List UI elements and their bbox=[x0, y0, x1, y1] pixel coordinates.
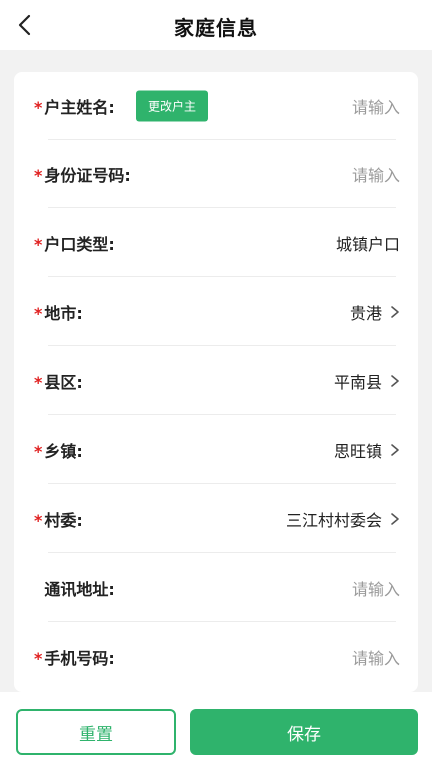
form-row-address[interactable]: *通讯地址: 请输入 bbox=[34, 554, 414, 622]
id-number-input[interactable]: 请输入 bbox=[352, 162, 400, 186]
form-card: * 户主姓名: 更改户主 请输入 * 身份证号码: 请输入 * 户口类型: 城镇户口 … bbox=[14, 72, 418, 692]
change-owner-button[interactable]: 更改户主 bbox=[136, 90, 209, 122]
page-title: 家庭信息 bbox=[174, 16, 258, 40]
form-row-county[interactable]: * 县区: 平南县 bbox=[34, 347, 414, 415]
field-label: * 县区: bbox=[34, 373, 83, 392]
town-select[interactable]: 思旺镇 bbox=[334, 438, 400, 462]
bottom-action-bar: 重置 保存 bbox=[0, 692, 432, 768]
row-divider bbox=[48, 345, 396, 346]
field-label: * 手机号码: bbox=[34, 649, 115, 668]
required-mark: * bbox=[34, 511, 43, 530]
city-select[interactable]: 贵港 bbox=[350, 300, 400, 324]
field-label: * 乡镇: bbox=[34, 442, 83, 461]
row-divider bbox=[48, 276, 396, 277]
county-select[interactable]: 平南县 bbox=[334, 369, 400, 393]
field-label: * 地市: bbox=[34, 304, 83, 323]
chevron-right-icon bbox=[390, 305, 400, 319]
field-label: * 户主姓名: bbox=[34, 98, 115, 117]
chevron-right-icon bbox=[390, 443, 400, 457]
address-input[interactable]: 请输入 bbox=[352, 576, 400, 600]
form-row-id-number[interactable]: * 身份证号码: 请输入 bbox=[34, 140, 414, 208]
top-nav-bar: 家庭信息 bbox=[0, 0, 432, 50]
field-label: * 户口类型: bbox=[34, 235, 115, 254]
required-mark: * bbox=[34, 442, 43, 461]
form-row-town[interactable]: * 乡镇: 思旺镇 bbox=[34, 416, 414, 484]
required-mark: * bbox=[34, 98, 43, 117]
form-row-phone[interactable]: * 手机号码: 请输入 bbox=[34, 623, 414, 691]
required-mark: * bbox=[34, 166, 43, 185]
form-row-owner-name[interactable]: * 户主姓名: 更改户主 请输入 bbox=[34, 72, 414, 140]
village-select[interactable]: 三江村村委会 bbox=[286, 507, 400, 531]
owner-name-input[interactable]: 请输入 bbox=[352, 94, 400, 118]
row-divider bbox=[48, 483, 396, 484]
field-label: * 身份证号码: bbox=[34, 166, 131, 185]
form-row-household-type[interactable]: * 户口类型: 城镇户口 bbox=[34, 209, 414, 277]
household-type-value[interactable]: 城镇户口 bbox=[336, 231, 400, 255]
phone-input[interactable]: 请输入 bbox=[352, 645, 400, 669]
row-divider bbox=[48, 621, 396, 622]
form-row-city[interactable]: * 地市: 贵港 bbox=[34, 278, 414, 346]
chevron-right-icon bbox=[390, 374, 400, 388]
save-button[interactable]: 保存 bbox=[190, 709, 418, 755]
field-label: *通讯地址: bbox=[44, 580, 115, 599]
row-divider bbox=[48, 552, 396, 553]
required-mark: * bbox=[34, 649, 43, 668]
field-label: * 村委: bbox=[34, 511, 83, 530]
form-row-village[interactable]: * 村委: 三江村村委会 bbox=[34, 485, 414, 553]
required-mark: * bbox=[34, 304, 43, 323]
chevron-right-icon bbox=[390, 512, 400, 526]
required-mark: * bbox=[34, 235, 43, 254]
required-mark: * bbox=[34, 373, 43, 392]
reset-button[interactable]: 重置 bbox=[16, 709, 176, 755]
row-divider bbox=[48, 414, 396, 415]
row-divider bbox=[48, 207, 396, 208]
